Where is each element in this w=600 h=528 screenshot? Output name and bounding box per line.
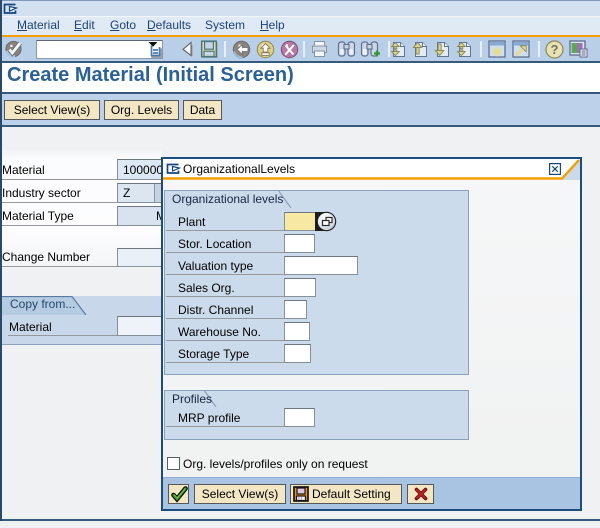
svg-text:?: ? — [551, 42, 559, 57]
